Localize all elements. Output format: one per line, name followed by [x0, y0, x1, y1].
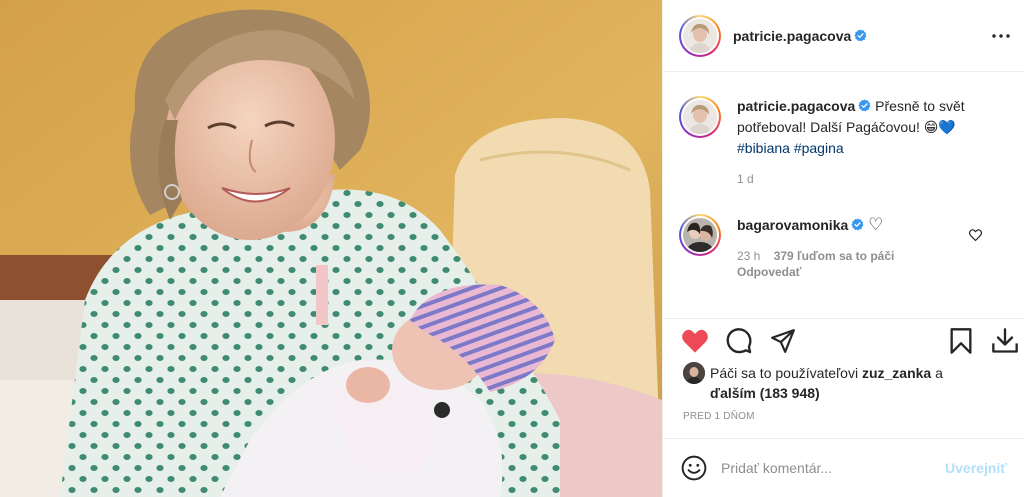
likes-text: Páči sa to používateľovi zuz_zanka a ďal…: [710, 363, 980, 403]
caption-text-block: patricie.pagacova Přesně to svět potřebo…: [737, 96, 987, 190]
caption-avatar[interactable]: [679, 96, 721, 138]
liker-avatar[interactable]: [683, 362, 705, 384]
comment-heart-text: ♡: [868, 215, 884, 234]
action-bar: [663, 318, 1024, 360]
comment-meta: 23 h 379 ľuďom sa to páči Odpovedať: [737, 248, 975, 280]
comment-age[interactable]: 23 h: [737, 249, 760, 263]
verified-badge-icon: [858, 99, 871, 112]
liker-username[interactable]: zuz_zanka: [862, 365, 931, 381]
grin-emoji: 😁: [923, 119, 939, 135]
hashtag-link[interactable]: #pagina: [794, 140, 844, 156]
comment-input[interactable]: Pridať komentár...: [721, 460, 945, 476]
comment-likes-count[interactable]: 379 ľuďom sa to páči: [774, 249, 895, 263]
post-header: patricie.pagacova: [663, 0, 1024, 72]
caption-age[interactable]: 1 d: [737, 169, 987, 190]
avatar-image: [683, 218, 717, 252]
likes-prefix: Páči sa to používateľovi: [710, 365, 859, 381]
commenter-username[interactable]: bagarovamonika: [737, 217, 848, 233]
caption-username[interactable]: patricie.pagacova: [737, 98, 855, 114]
author-username[interactable]: patricie.pagacova: [733, 28, 851, 44]
reply-button[interactable]: Odpovedať: [737, 265, 801, 279]
photo-illustration: [0, 0, 662, 497]
comments-list[interactable]: patricie.pagacova Přesně to svět potřebo…: [663, 72, 1024, 318]
add-comment-bar: Pridať komentár... Uverejniť: [663, 438, 1024, 497]
likes-conj: a: [935, 365, 943, 381]
comment-icon[interactable]: [723, 325, 755, 357]
verified-badge-icon: [851, 218, 864, 231]
download-icon[interactable]: [989, 325, 1021, 357]
likes-others[interactable]: ďalším (183 948): [710, 385, 820, 401]
post-side-panel: patricie.pagacova patricie.pagacova Přes…: [662, 0, 1024, 497]
author-name-wrap: patricie.pagacova: [733, 28, 867, 44]
author-avatar[interactable]: [679, 14, 721, 57]
blue-heart-emoji: 💙: [938, 119, 956, 135]
verified-badge-icon: [854, 29, 867, 42]
avatar-image: [683, 100, 717, 134]
comment-text-block: bagarovamonika ♡ 23 h 379 ľuďom sa to pá…: [737, 214, 975, 280]
caption-comment: patricie.pagacova Přesně to svět potřebo…: [679, 96, 987, 190]
hashtag-link[interactable]: #bibiana: [737, 140, 790, 156]
post-photo[interactable]: [0, 0, 662, 497]
avatar-image: [683, 18, 717, 53]
post-comment-button[interactable]: Uverejniť: [945, 460, 1007, 476]
bookmark-icon[interactable]: [945, 325, 977, 357]
emoji-icon[interactable]: [681, 455, 707, 481]
commenter-avatar[interactable]: [679, 214, 721, 256]
comment-like-icon[interactable]: [968, 228, 983, 244]
likes-summary: Páči sa to používateľovi zuz_zanka a ďal…: [683, 362, 980, 403]
post-modal: patricie.pagacova patricie.pagacova Přes…: [0, 0, 1024, 497]
heart-icon[interactable]: [679, 325, 711, 357]
comment-item: bagarovamonika ♡ 23 h 379 ľuďom sa to pá…: [679, 214, 983, 280]
post-date[interactable]: PRED 1 DŇOM: [683, 411, 755, 422]
more-icon[interactable]: [991, 26, 1011, 46]
share-icon[interactable]: [767, 325, 799, 357]
